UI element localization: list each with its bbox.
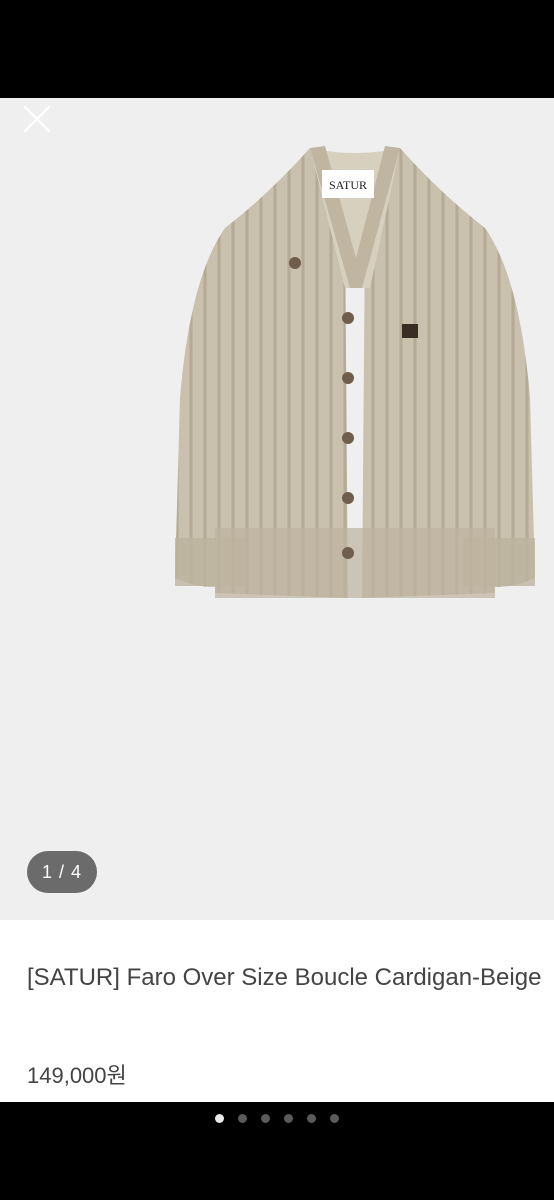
page-dot[interactable] [238, 1114, 247, 1123]
product-price: 149,000원 [27, 1063, 127, 1088]
page-dot[interactable] [330, 1114, 339, 1123]
product-image: SATUR [175, 146, 535, 598]
page-dot[interactable] [215, 1114, 224, 1123]
image-gallery[interactable]: SATUR 1 / 4 [0, 98, 554, 920]
page-dot[interactable] [261, 1114, 270, 1123]
close-icon [23, 105, 51, 133]
page-dot[interactable] [307, 1114, 316, 1123]
page-dot[interactable] [284, 1114, 293, 1123]
brand-tag-text: SATUR [329, 178, 367, 192]
top-bar [0, 0, 554, 98]
image-counter: 1 / 4 [27, 851, 97, 893]
product-info: [SATUR] Faro Over Size Boucle Cardigan-B… [0, 920, 554, 1102]
close-button[interactable] [22, 104, 52, 134]
image-counter-text: 1 / 4 [41, 861, 83, 882]
page-indicator [0, 1114, 554, 1123]
product-title: [SATUR] Faro Over Size Boucle Cardigan-B… [27, 964, 542, 991]
